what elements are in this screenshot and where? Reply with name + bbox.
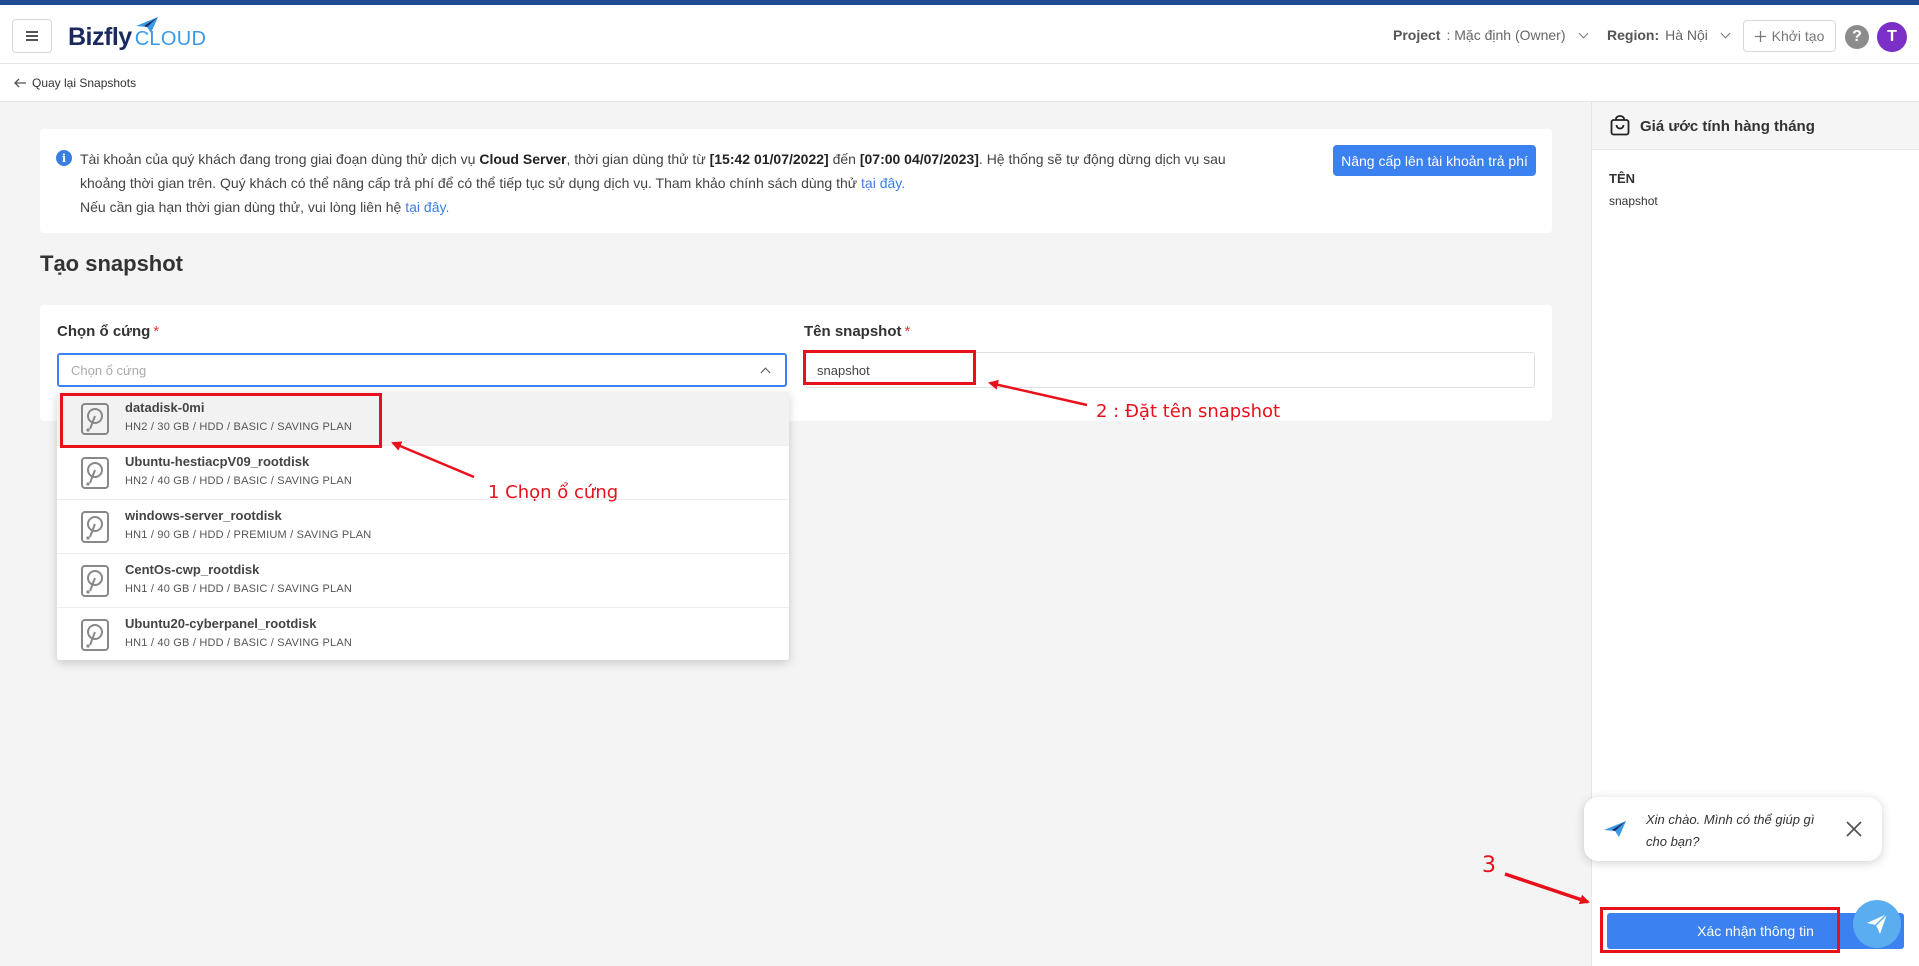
disk-option-desc: HN1 / 40 GB / HDD / BASIC / SAVING PLAN — [125, 637, 353, 649]
disk-select-placeholder: Chọn ổ cứng — [71, 363, 147, 378]
disk-option-name: windows-server_rootdisk — [125, 508, 282, 523]
page-title: Tạo snapshot — [40, 251, 184, 276]
user-avatar[interactable]: T — [1877, 22, 1907, 52]
disk-label-text: Chọn ổ cứng — [57, 323, 151, 340]
disk-option-desc: HN2 / 40 GB / HDD / BASIC / SAVING PLAN — [125, 475, 353, 487]
notice-trial-end: [07:00 04/07/2023] — [859, 151, 979, 167]
chat-launcher-button[interactable] — [1853, 900, 1901, 948]
notice-trial-start: [15:42 01/07/2022] — [709, 151, 829, 167]
hard-disk-icon — [81, 565, 109, 597]
disk-option-name: Ubuntu-hestiacpV09_rootdisk — [125, 454, 310, 469]
sub-navigation-bar: Quay lại Snapshots — [0, 64, 1919, 102]
disk-option-name: CentOs-cwp_rootdisk — [125, 562, 260, 577]
disk-option[interactable]: windows-server_rootdisk HN1 / 90 GB / HD… — [57, 500, 789, 554]
contact-link[interactable]: tại đây. — [405, 199, 449, 215]
hard-disk-icon — [81, 511, 109, 543]
chat-greeting-bubble[interactable]: Xin chào. Mình có thể giúp gì cho bạn? — [1584, 797, 1882, 861]
trial-notice-banner: i Tài khoản của quý khách đang trong gia… — [40, 129, 1552, 233]
notice-text-part: Nếu cần gia hạn thời gian dùng thử, vui … — [80, 199, 406, 215]
notice-service-name: Cloud Server — [479, 151, 567, 167]
notice-text-part: Tài khoản của quý khách đang trong giai … — [80, 151, 480, 167]
project-selector[interactable]: Project : Mặc định (Owner) — [1393, 27, 1588, 43]
chevron-down-icon — [1720, 28, 1731, 38]
required-mark: * — [153, 323, 160, 340]
estimate-item-name: snapshot — [1609, 194, 1658, 208]
annotation-arrow-3 — [1504, 872, 1590, 905]
close-icon[interactable] — [1842, 817, 1866, 841]
back-link-label: Quay lại Snapshots — [32, 76, 137, 90]
estimate-column-header: TÊN — [1609, 171, 1635, 186]
project-value: : Mặc định (Owner) — [1446, 27, 1566, 43]
annotation-highlight-confirm — [1600, 907, 1840, 953]
help-icon[interactable]: ? — [1845, 25, 1869, 49]
back-to-snapshots-link[interactable]: Quay lại Snapshots — [14, 76, 136, 90]
chevron-up-icon — [760, 367, 771, 378]
hard-disk-icon — [81, 457, 109, 489]
region-label: Region: — [1607, 27, 1660, 43]
disk-option[interactable]: Ubuntu-hestiacpV09_rootdisk HN2 / 40 GB … — [57, 446, 789, 500]
paper-plane-icon — [1867, 913, 1888, 934]
shopping-bag-icon — [1610, 115, 1630, 136]
snapshot-name-label: Tên snapshot * — [804, 323, 910, 340]
annotation-step-3: 3 — [1482, 853, 1496, 878]
disk-option-desc: HN1 / 90 GB / HDD / PREMIUM / SAVING PLA… — [125, 529, 372, 541]
disk-select[interactable]: Chọn ổ cứng — [57, 353, 787, 387]
annotation-highlight-disk — [60, 393, 382, 448]
hamburger-icon — [26, 35, 38, 37]
required-mark: * — [904, 323, 911, 340]
trial-policy-link[interactable]: tại đây. — [861, 175, 905, 191]
region-selector[interactable]: Region: Hà Nội — [1607, 27, 1731, 43]
disk-option-name: Ubuntu20-cyberpanel_rootdisk — [125, 616, 317, 631]
brand-logo-text: Bizfly — [68, 23, 132, 51]
chat-greeting-text: Xin chào. Mình có thể giúp gì cho bạn? — [1646, 812, 1815, 849]
chat-brand-icon — [1604, 821, 1626, 837]
paper-plane-logo-icon — [136, 17, 158, 33]
disk-option[interactable]: CentOs-cwp_rootdisk HN1 / 40 GB / HDD / … — [57, 554, 789, 608]
info-icon: i — [56, 150, 72, 166]
disk-option-desc: HN1 / 40 GB / HDD / BASIC / SAVING PLAN — [125, 583, 353, 595]
estimate-panel-header: Giá ước tính hàng tháng — [1592, 102, 1919, 150]
notice-text-part: , thời gian dùng thử từ — [566, 151, 710, 167]
hard-disk-icon — [81, 619, 109, 651]
estimate-panel-title: Giá ước tính hàng tháng — [1640, 118, 1815, 135]
region-value: Hà Nội — [1665, 27, 1708, 43]
annotation-step-2: 2 : Đặt tên snapshot — [1096, 401, 1281, 422]
disk-field-label: Chọn ổ cứng * — [57, 323, 159, 340]
annotation-highlight-name — [803, 350, 976, 385]
brand-logo[interactable]: Bizfly CLOUD — [68, 17, 206, 53]
arrow-left-icon — [14, 78, 26, 88]
hamburger-menu-button[interactable] — [12, 19, 52, 53]
chevron-down-icon — [1578, 28, 1588, 38]
top-header: Bizfly CLOUD Project : Mặc định (Owner) … — [0, 5, 1919, 64]
disk-option[interactable]: Ubuntu20-cyberpanel_rootdisk HN1 / 40 GB… — [57, 608, 789, 662]
notice-text-part: đến — [828, 151, 860, 167]
plus-icon — [1754, 30, 1766, 42]
trial-notice-text: Tài khoản của quý khách đang trong giai … — [80, 147, 1230, 219]
project-label: Project — [1393, 27, 1441, 43]
create-button[interactable]: Khởi tạo — [1743, 20, 1836, 52]
upgrade-account-button[interactable]: Nâng cấp lên tài khoản trả phí — [1333, 145, 1536, 176]
annotation-step-1: 1 Chọn ổ cứng — [488, 482, 619, 503]
create-button-label: Khởi tạo — [1771, 28, 1825, 44]
name-label-text: Tên snapshot — [804, 323, 902, 340]
